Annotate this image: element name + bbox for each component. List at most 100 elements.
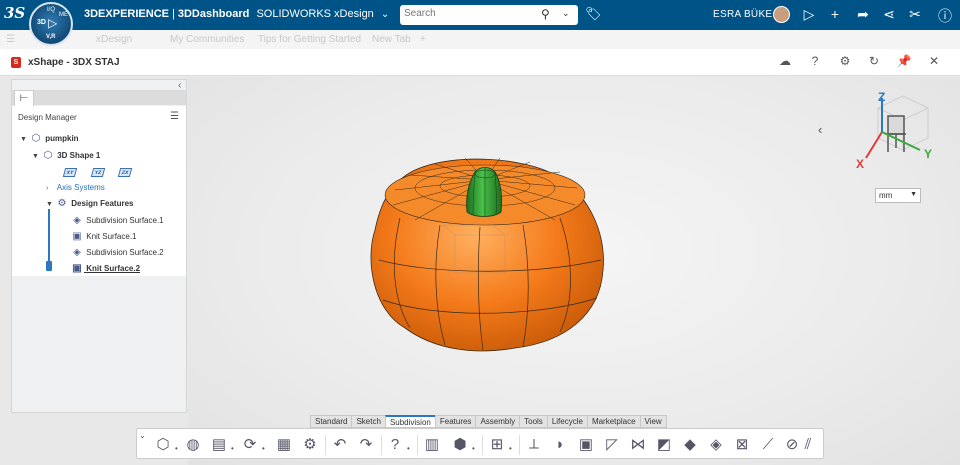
tag-icon[interactable]: 🏷 [585, 6, 602, 22]
tab-features[interactable]: Features [434, 415, 476, 428]
tree-design-features[interactable]: ▼ ⚙ Design Features [46, 198, 133, 209]
tab-standard[interactable]: Standard [310, 415, 352, 428]
tree-axis-systems[interactable]: › Axis Systems [46, 183, 105, 192]
dropdown-dot[interactable]: • [407, 444, 410, 453]
help-icon[interactable]: ⓘ [936, 6, 954, 26]
tab-subdivision[interactable]: Subdivision [384, 415, 435, 428]
tab-sketch[interactable]: Sketch [351, 415, 385, 428]
dropdown-dot[interactable]: • [231, 444, 234, 453]
knit-surface-icon: ▣ [72, 263, 82, 274]
dropdown-dot[interactable]: • [175, 444, 178, 453]
separator [482, 435, 483, 455]
surface-icon[interactable]: ◗ [550, 435, 570, 455]
plus-icon[interactable]: + [826, 6, 844, 22]
tree-shape[interactable]: ▼ ⬡ 3D Shape 1 [32, 150, 100, 161]
gear-icon[interactable]: ⚙ [837, 54, 853, 68]
rollback-bar[interactable] [48, 209, 50, 265]
3ds-logo[interactable]: 3S [4, 4, 25, 22]
forward-icon[interactable]: ➦ [854, 6, 872, 23]
delete-face-icon[interactable]: ⊠ [732, 435, 752, 455]
plane-zx[interactable]: ZX [117, 168, 133, 177]
pin-icon[interactable]: 📌 [896, 54, 912, 68]
plane-yz[interactable]: YZ [90, 168, 106, 177]
sphere-icon[interactable]: ◍ [183, 435, 203, 455]
share-arrow-icon[interactable]: ▷ [800, 6, 818, 23]
add-tab-icon[interactable]: + [420, 34, 426, 45]
tab-view[interactable]: View [639, 415, 667, 428]
search-dropdown-icon[interactable]: ⌄ [562, 8, 570, 19]
redo-icon[interactable]: ↷ [356, 435, 376, 455]
compass-widget[interactable]: I/Q 3D ▷ ME V,R [29, 2, 73, 46]
chevron-left-icon[interactable]: ‹ [818, 122, 822, 137]
expand-bar-icon[interactable]: ⌄ [139, 431, 146, 440]
tab-tools[interactable]: Tools [519, 415, 547, 428]
tree-root[interactable]: ▼ ⬡ pumpkin [20, 133, 79, 144]
search-box[interactable]: ⚲ ⌄ [400, 5, 578, 25]
help-icon[interactable]: ? [807, 54, 823, 68]
sync-icon[interactable]: ⟳ [240, 435, 260, 455]
user-name[interactable]: ESRA BÜKE [713, 9, 772, 20]
bridge-icon[interactable]: ⋈ [628, 435, 648, 455]
new-shape-icon[interactable]: ⬡ [153, 435, 173, 455]
axis-z-label: Z [878, 90, 885, 104]
help-icon[interactable]: ? [385, 435, 405, 455]
tab-marketplace[interactable]: Marketplace [586, 415, 640, 428]
mirror-icon[interactable]: ⫽ [798, 435, 818, 455]
cloud-icon[interactable]: ☁ [777, 54, 793, 68]
view-triad[interactable]: Z X Y [848, 88, 940, 174]
dash-tab-xdesign[interactable]: xDesign [96, 34, 132, 45]
share-icon[interactable]: ⋖ [880, 6, 898, 23]
dash-tab-new[interactable]: New Tab [372, 34, 411, 45]
fill-icon[interactable]: ◆ [680, 435, 700, 455]
tree-feature-item[interactable]: ◈ Subdivision Surface.1 [70, 215, 163, 226]
refresh-icon[interactable]: ↻ [866, 54, 882, 68]
chevron-down-icon[interactable]: ⌄ [381, 9, 389, 20]
search-input[interactable] [404, 8, 534, 19]
subdivision-box-icon[interactable]: ▣ [576, 435, 596, 455]
tools-icon[interactable]: ✂ [906, 6, 924, 23]
expand-arrow-icon[interactable]: ▼ [20, 136, 29, 143]
compass-3d-label: 3D [37, 19, 46, 26]
dropdown-dot[interactable]: • [472, 444, 475, 453]
dash-tab-communities[interactable]: My Communities [170, 34, 244, 45]
tree-root-label: pumpkin [45, 134, 79, 143]
rollback-handle[interactable] [46, 261, 52, 271]
gear-icon[interactable]: ⚙ [300, 435, 320, 455]
tree-shape-label: 3D Shape 1 [57, 151, 101, 160]
plane-xy[interactable]: XY [62, 168, 78, 177]
crease-icon[interactable]: ⟋ [758, 435, 778, 455]
box-icon[interactable]: ◈ [706, 435, 726, 455]
separator [417, 435, 418, 455]
tree-feature-item-current[interactable]: ▣ Knit Surface.2 [70, 263, 140, 274]
properties-icon[interactable]: ▦ [274, 435, 294, 455]
plane-icon[interactable]: ⟂ [524, 435, 544, 455]
unit-select[interactable]: mm ▼ [875, 188, 921, 203]
dropdown-dot[interactable]: • [262, 444, 265, 453]
tab-assembly[interactable]: Assembly [475, 415, 520, 428]
undo-icon[interactable]: ↶ [330, 435, 350, 455]
tree-feature-item[interactable]: ◈ Subdivision Surface.2 [70, 247, 163, 258]
grid-icon[interactable]: ⊞ [487, 435, 507, 455]
expand-arrow-icon[interactable]: ▼ [32, 153, 41, 160]
dash-tab-tips[interactable]: Tips for Getting Started [258, 34, 361, 45]
tree-feature-item[interactable]: ▣ Knit Surface.1 [70, 231, 136, 242]
save-icon[interactable]: ▤ [209, 435, 229, 455]
avatar[interactable] [773, 6, 790, 23]
hamburger-menu-icon[interactable]: ☰ [170, 111, 179, 122]
play-icon[interactable]: ▷ [48, 16, 57, 30]
display-icon[interactable]: ▥ [422, 435, 442, 455]
app-title[interactable]: 3DEXPERIENCE | 3DDashboard SOLIDWORKS xDes… [84, 8, 389, 20]
extrude-icon[interactable]: ◸ [602, 435, 622, 455]
dropdown-dot[interactable]: • [509, 444, 512, 453]
sweep-icon[interactable]: ◩ [654, 435, 674, 455]
tab-lifecycle[interactable]: Lifecycle [546, 415, 587, 428]
chevron-right-icon[interactable]: › [46, 185, 55, 192]
axis-y-label: Y [924, 147, 932, 161]
menu-icon[interactable]: ☰ [6, 34, 15, 45]
pumpkin-model[interactable] [355, 150, 615, 360]
expand-arrow-icon[interactable]: ▼ [46, 201, 55, 208]
close-icon[interactable]: ✕ [926, 54, 942, 68]
search-icon[interactable]: ⚲ [541, 7, 550, 21]
cube-icon[interactable]: ⬢ [450, 435, 470, 455]
tree-tab-icon[interactable]: ⊢ [14, 90, 34, 106]
